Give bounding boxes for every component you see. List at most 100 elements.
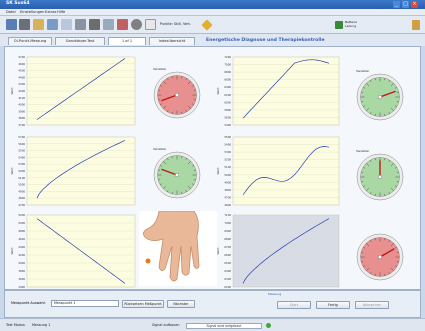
y-tick-label: 4900	[224, 180, 231, 184]
question-icon[interactable]	[145, 19, 156, 30]
reset-point-button[interactable]: Rücksetzen Meßpunkt	[122, 300, 164, 308]
chart-plot-3	[232, 136, 340, 206]
y-tick-label: 6300	[224, 277, 231, 281]
gauge-hub	[378, 95, 383, 100]
y-tick-label: 5700	[18, 135, 25, 139]
y-tick-label: 5400	[224, 123, 231, 127]
y-tick-label: 5300	[224, 150, 231, 154]
gauge-label: Variation	[356, 69, 369, 73]
maximize-button[interactable]: □	[402, 1, 409, 8]
y-tick-label: 4100	[18, 96, 25, 100]
y-axis-label: Wert	[10, 167, 14, 175]
y-tick-label: 3800	[18, 116, 25, 120]
title-bar: SK Sus64 _ □ ×	[0, 0, 425, 9]
y-tick-label: 7000	[224, 221, 231, 225]
y-tick-label: 6900	[224, 229, 231, 233]
gauge-label: Variation	[153, 67, 166, 71]
y-axis-label: Wert	[216, 87, 220, 95]
y-tick-label: 4600	[18, 237, 25, 241]
y-tick-label: 5000	[18, 183, 25, 187]
y-tick-label: 4200	[18, 253, 25, 257]
y-tick-label: 4300	[18, 82, 25, 86]
y-tick-label: 4900	[18, 189, 25, 193]
chart-icon[interactable]	[33, 19, 44, 30]
next-button[interactable]: Nächster	[167, 300, 195, 308]
y-tick-label: 5400	[224, 143, 231, 147]
y-tick-label: 7100	[224, 213, 231, 217]
person-icon[interactable]	[412, 20, 420, 30]
tab-indexuebersicht[interactable]: Indexübersicht	[149, 37, 195, 45]
tab-olpunkt[interactable]: Ol-Punkt-Messung	[8, 37, 52, 45]
status-signal-label: Signal aufbauen	[152, 323, 180, 327]
y-tick-label: 4500	[18, 69, 25, 73]
measure-point-select[interactable]: Messpunkt 1	[51, 300, 119, 307]
y-tick-label: 3800	[18, 269, 25, 273]
y-tick-label: 5100	[224, 165, 231, 169]
diamond-icon[interactable]	[201, 19, 213, 31]
cancel-button[interactable]: Abbrechen	[355, 301, 389, 309]
y-tick-label: 4800	[18, 196, 25, 200]
menu-hilfe[interactable]: Hilfe	[57, 10, 65, 14]
y-tick-label: 5800	[224, 108, 231, 112]
gauge-hub	[378, 254, 383, 259]
minimize-button[interactable]: _	[393, 1, 400, 8]
y-tick-label: 3400	[18, 285, 25, 289]
measurement-group-label: Messung	[268, 292, 282, 296]
y-tick-label: 4700	[18, 55, 25, 59]
bottom-panel: Messpunkt Auswahl: Messpunkt 1 Rücksetze…	[4, 290, 421, 318]
y-axis-label: Wert	[10, 247, 14, 255]
list-icon[interactable]	[47, 19, 58, 30]
chart-plot-5	[232, 214, 340, 288]
y-tick-label: 6000	[224, 100, 231, 104]
hand-illustration	[139, 210, 217, 286]
y-tick-label: 6500	[224, 261, 231, 265]
tools-icon[interactable]	[89, 19, 100, 30]
y-tick-label: 5000	[224, 173, 231, 177]
y-tick-label: 5600	[18, 142, 25, 146]
gauge-label: Variation	[153, 147, 166, 151]
hand-icon	[143, 210, 200, 282]
print-icon[interactable]	[6, 19, 17, 30]
gauge-hub	[174, 172, 179, 177]
settings-icon[interactable]	[75, 19, 86, 30]
y-tick-label: 4600	[18, 62, 25, 66]
status-bar: Test Modus Messung 1 Signal aufbauen Sig…	[0, 318, 425, 331]
gauge-label: Variation	[356, 149, 369, 153]
menu-extras[interactable]: Extras	[45, 10, 56, 14]
menu-einstellungen[interactable]: Einstellungen	[20, 10, 44, 14]
y-tick-label: 5500	[18, 149, 25, 153]
y-tick-label: 5200	[224, 158, 231, 162]
tab-current[interactable]: 1 of 1	[108, 37, 146, 45]
image-icon[interactable]	[61, 19, 72, 30]
start-button[interactable]: Start	[277, 301, 311, 309]
y-tick-label: 4000	[18, 103, 25, 107]
chart-area: 4700 4600 4500 4400 4300 4200 4100 4000 3900 3800…	[4, 46, 421, 290]
y-tick-label: 5600	[224, 115, 231, 119]
y-tick-label: 5000	[18, 221, 25, 225]
y-tick-label: 6400	[224, 85, 231, 89]
points-label[interactable]: Punkte: Skill, Vert.	[160, 22, 191, 26]
y-tick-label: 4700	[18, 203, 25, 207]
tab-ganzkoerper[interactable]: Ganzkörper-Test	[55, 37, 105, 45]
done-button[interactable]: Fertig	[316, 301, 350, 309]
battery-label: Batterie Ladung	[345, 20, 358, 28]
scissors-icon[interactable]	[103, 19, 114, 30]
y-tick-label: 4200	[18, 89, 25, 93]
y-tick-label: 6600	[224, 78, 231, 82]
menu-datei[interactable]: Datei	[6, 10, 16, 14]
y-tick-label: 5300	[18, 162, 25, 166]
y-tick-label: 5200	[18, 213, 25, 217]
toolbar: Punkte: Skill, Vert. Batterie Ladung	[0, 16, 425, 34]
brain-icon[interactable]	[117, 19, 128, 30]
y-tick-label: 3600	[18, 277, 25, 281]
status-signal-value: Signal wird aufgebaut	[186, 323, 262, 329]
menu-bar: Datei Einstellungen Extras Hilfe	[0, 9, 425, 16]
gauge-hub	[378, 174, 383, 179]
globe-icon[interactable]	[131, 19, 142, 30]
y-tick-label: 6800	[224, 70, 231, 74]
y-tick-label: 4600	[224, 203, 231, 207]
y-tick-label: 6200	[224, 285, 231, 289]
close-button[interactable]: ×	[411, 1, 418, 8]
printer-icon[interactable]	[19, 19, 30, 30]
y-tick-label: 6600	[224, 253, 231, 257]
